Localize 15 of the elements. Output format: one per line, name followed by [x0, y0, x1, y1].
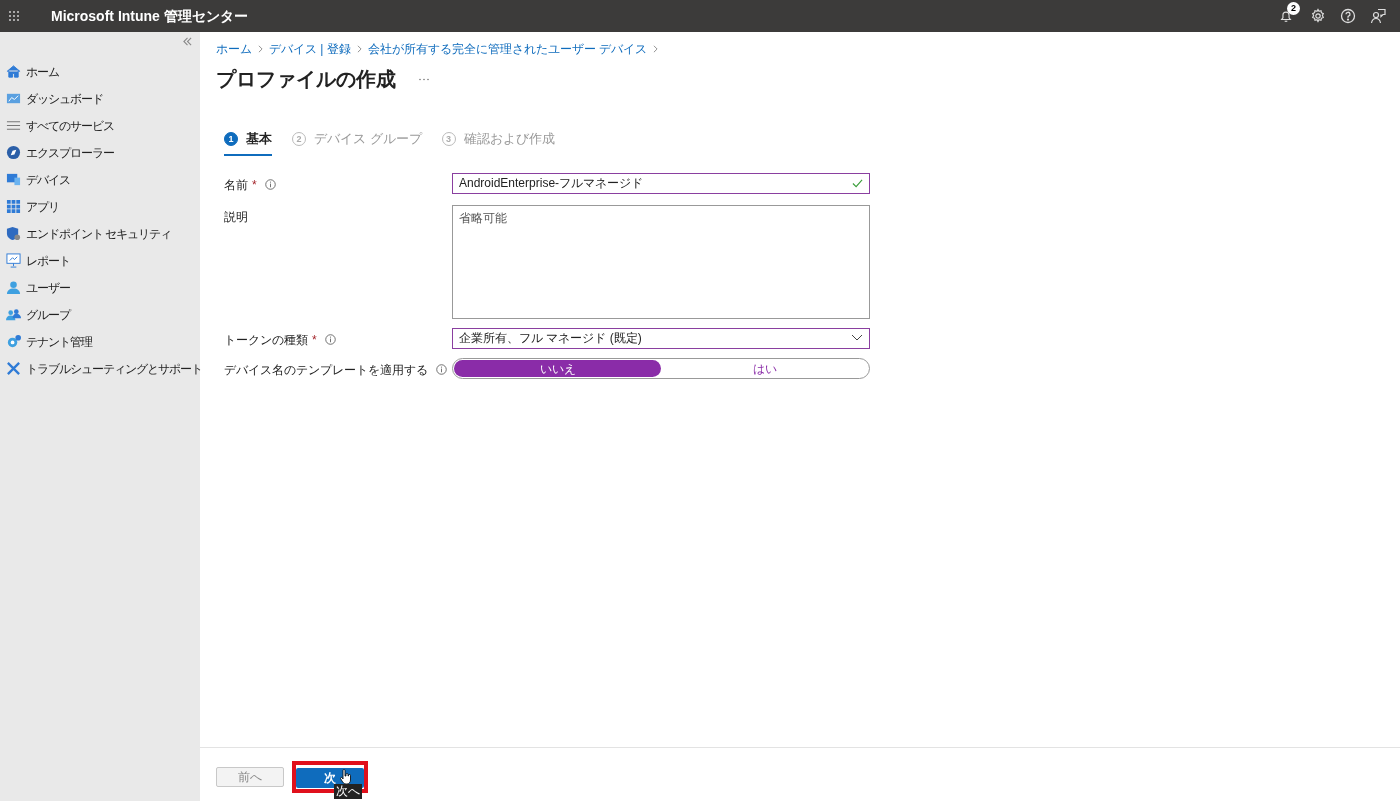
field-label: 名前: [224, 176, 248, 194]
notification-badge: 2: [1287, 2, 1300, 15]
tooltip: 次へ: [334, 784, 362, 799]
field-label: トークンの種類: [224, 331, 308, 349]
step-label: デバイス グループ: [314, 130, 422, 148]
page-title: プロファイルの作成: [216, 67, 396, 92]
step-label: 確認および作成: [463, 130, 555, 148]
field-label: 説明: [224, 208, 248, 226]
required-mark: *: [252, 176, 257, 194]
required-mark: *: [312, 331, 317, 349]
step-number: 1: [224, 131, 238, 146]
step-number: 2: [292, 131, 306, 146]
field-label: デバイス名のテンプレートを適用する: [224, 361, 428, 379]
step-label: 基本: [246, 130, 272, 148]
step-number: 3: [441, 131, 456, 146]
